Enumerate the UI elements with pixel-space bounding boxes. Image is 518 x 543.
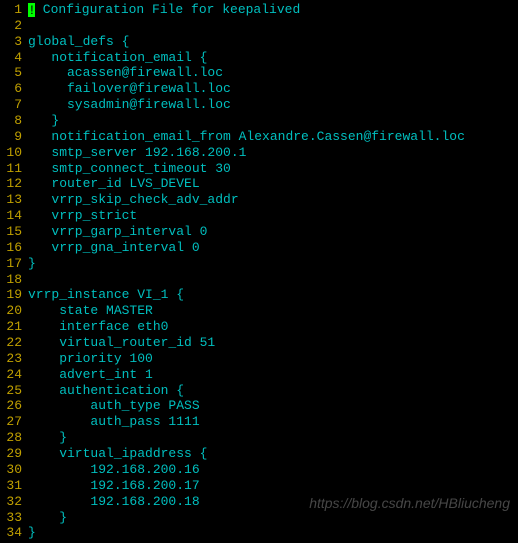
line-number: 5: [0, 65, 22, 81]
line-number: 6: [0, 81, 22, 97]
code-line[interactable]: }: [28, 113, 518, 129]
line-number: 15: [0, 224, 22, 240]
code-line[interactable]: global_defs {: [28, 34, 518, 50]
code-line[interactable]: notification_email_from Alexandre.Cassen…: [28, 129, 518, 145]
line-number: 26: [0, 398, 22, 414]
line-number: 18: [0, 272, 22, 288]
code-line[interactable]: vrrp_gna_interval 0: [28, 240, 518, 256]
code-line[interactable]: auth_type PASS: [28, 398, 518, 414]
line-number: 19: [0, 287, 22, 303]
line-number: 21: [0, 319, 22, 335]
code-editor[interactable]: 1234567891011121314151617181920212223242…: [0, 0, 518, 543]
code-line[interactable]: sysadmin@firewall.loc: [28, 97, 518, 113]
line-number: 30: [0, 462, 22, 478]
code-line[interactable]: advert_int 1: [28, 367, 518, 383]
line-number: 3: [0, 34, 22, 50]
code-line[interactable]: 192.168.200.17: [28, 478, 518, 494]
line-number: 17: [0, 256, 22, 272]
code-line[interactable]: router_id LVS_DEVEL: [28, 176, 518, 192]
line-number: 29: [0, 446, 22, 462]
watermark-text: https://blog.csdn.net/HBliucheng: [309, 495, 510, 512]
line-number: 31: [0, 478, 22, 494]
text-cursor: !: [28, 3, 35, 17]
code-text: Configuration File for keepalived: [35, 2, 300, 17]
line-number: 8: [0, 113, 22, 129]
line-number: 22: [0, 335, 22, 351]
code-line[interactable]: priority 100: [28, 351, 518, 367]
code-line[interactable]: failover@firewall.loc: [28, 81, 518, 97]
code-line[interactable]: virtual_router_id 51: [28, 335, 518, 351]
line-number: 20: [0, 303, 22, 319]
code-line[interactable]: smtp_server 192.168.200.1: [28, 145, 518, 161]
code-line[interactable]: vrrp_instance VI_1 {: [28, 287, 518, 303]
line-number: 25: [0, 383, 22, 399]
line-number: 14: [0, 208, 22, 224]
line-number: 34: [0, 525, 22, 541]
code-line[interactable]: virtual_ipaddress {: [28, 446, 518, 462]
code-line[interactable]: state MASTER: [28, 303, 518, 319]
line-number: 11: [0, 161, 22, 177]
code-line[interactable]: vrrp_strict: [28, 208, 518, 224]
code-line[interactable]: vrrp_garp_interval 0: [28, 224, 518, 240]
line-number: 28: [0, 430, 22, 446]
code-line[interactable]: }: [28, 256, 518, 272]
line-number: 27: [0, 414, 22, 430]
line-number: 13: [0, 192, 22, 208]
code-line[interactable]: auth_pass 1111: [28, 414, 518, 430]
line-number: 10: [0, 145, 22, 161]
code-area[interactable]: ! Configuration File for keepalived glob…: [28, 2, 518, 541]
code-line[interactable]: authentication {: [28, 383, 518, 399]
line-number: 9: [0, 129, 22, 145]
code-line[interactable]: notification_email {: [28, 50, 518, 66]
code-line[interactable]: interface eth0: [28, 319, 518, 335]
line-number: 16: [0, 240, 22, 256]
line-number: 12: [0, 176, 22, 192]
code-line[interactable]: ! Configuration File for keepalived: [28, 2, 518, 18]
code-line[interactable]: acassen@firewall.loc: [28, 65, 518, 81]
line-number: 33: [0, 510, 22, 526]
code-line[interactable]: }: [28, 430, 518, 446]
code-line[interactable]: [28, 18, 518, 34]
line-number: 32: [0, 494, 22, 510]
line-number-gutter: 1234567891011121314151617181920212223242…: [0, 2, 28, 541]
code-line[interactable]: }: [28, 525, 518, 541]
code-line[interactable]: vrrp_skip_check_adv_addr: [28, 192, 518, 208]
line-number: 4: [0, 50, 22, 66]
code-line[interactable]: 192.168.200.16: [28, 462, 518, 478]
line-number: 23: [0, 351, 22, 367]
line-number: 7: [0, 97, 22, 113]
line-number: 2: [0, 18, 22, 34]
code-line[interactable]: smtp_connect_timeout 30: [28, 161, 518, 177]
code-line[interactable]: [28, 272, 518, 288]
line-number: 1: [0, 2, 22, 18]
line-number: 24: [0, 367, 22, 383]
